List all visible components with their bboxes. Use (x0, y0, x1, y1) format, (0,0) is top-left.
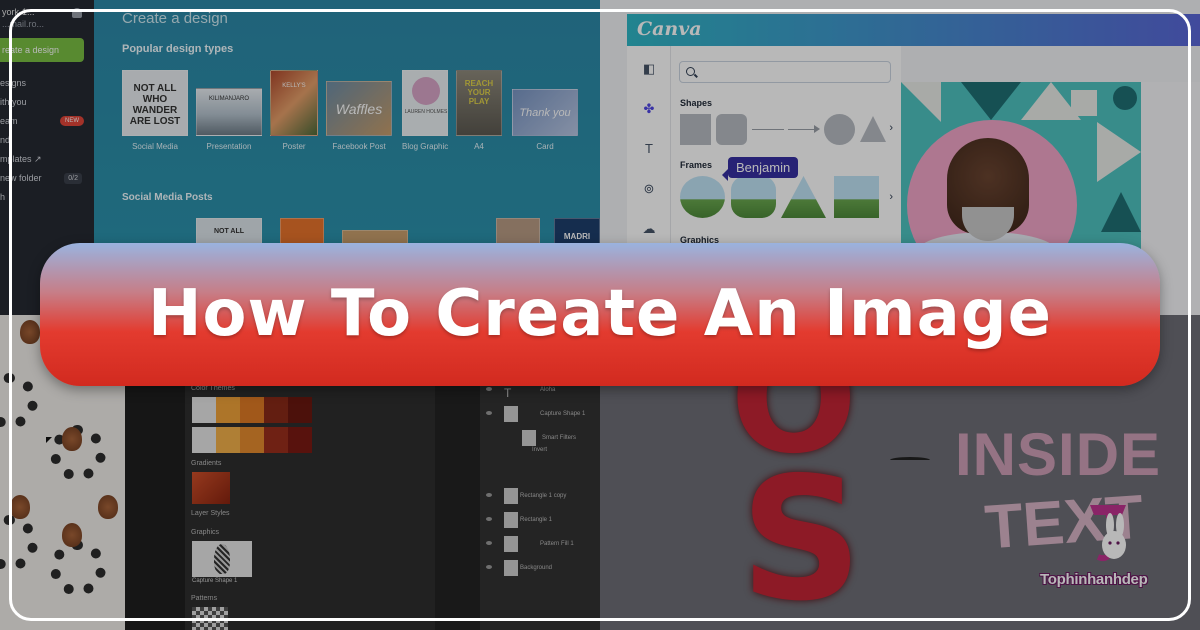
title-banner: How To Create An Image (40, 243, 1160, 386)
banner-title: How To Create An Image (147, 277, 1053, 351)
